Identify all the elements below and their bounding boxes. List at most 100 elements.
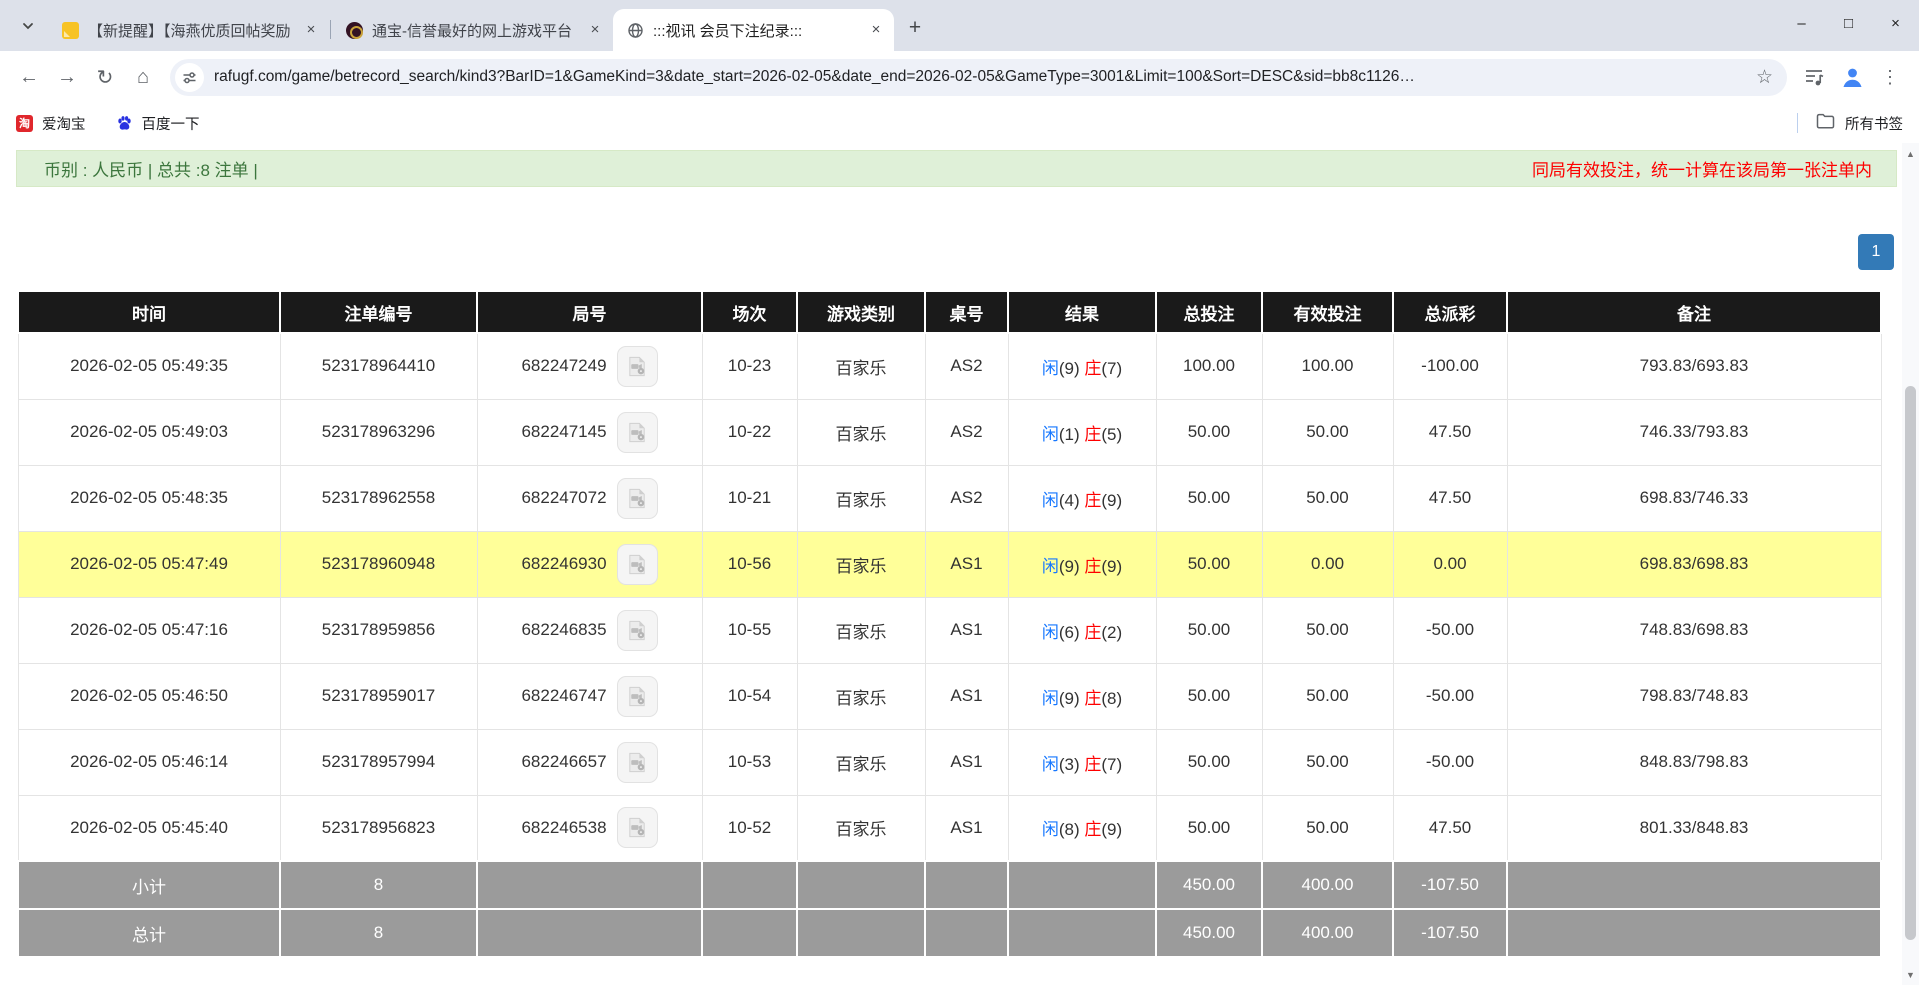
browser-window: 【新提醒】【海燕优质回帖奖励 × 通宝-信誉最好的网上游戏平台 × :::视讯 … [0, 0, 1919, 985]
browser-menu-button[interactable]: ⋮ [1871, 58, 1909, 96]
video-icon [628, 818, 645, 838]
video-replay-button[interactable] [616, 477, 658, 519]
summary-total-bet: 450.00 [1155, 860, 1263, 910]
close-icon[interactable]: × [866, 20, 886, 40]
close-icon[interactable]: × [585, 20, 605, 40]
reload-button[interactable]: ↻ [86, 58, 124, 96]
cell-valid-bet: 50.00 [1261, 794, 1394, 862]
home-button[interactable]: ⌂ [124, 58, 162, 96]
bookmarks-divider [1797, 113, 1798, 133]
video-replay-button[interactable] [616, 807, 658, 849]
video-replay-button[interactable] [616, 609, 658, 651]
table-row: 2026-02-05 05:49:35 523178964410 682247249… [17, 332, 1882, 400]
cell-valid-bet: 50.00 [1261, 662, 1394, 730]
tab-bet-records-active[interactable]: :::视讯 会员下注纪录::: × [613, 9, 894, 51]
cell-note: 698.83/746.33 [1506, 464, 1882, 532]
page-1-button[interactable]: 1 [1858, 234, 1894, 270]
forward-button[interactable]: → [48, 58, 86, 96]
cell-payout: 47.50 [1392, 464, 1508, 532]
cell-valid-bet: 100.00 [1261, 332, 1394, 400]
cell-result: 闲(3) 庄(7) [1007, 728, 1157, 796]
tab-haiyan-forum[interactable]: 【新提醒】【海燕优质回帖奖励 × [48, 9, 329, 51]
cell-total-bet: 50.00 [1155, 464, 1263, 532]
media-controls-icon [1806, 70, 1824, 86]
scroll-up-icon[interactable]: ▲ [1902, 149, 1919, 159]
summary-valid-bet: 400.00 [1261, 908, 1394, 958]
cell-total-bet: 50.00 [1155, 398, 1263, 466]
tab1-favicon-icon [62, 21, 79, 39]
tab-title: 【新提醒】【海燕优质回帖奖励 [88, 22, 291, 40]
site-info-button[interactable] [175, 62, 204, 92]
cell-bet-id: 523178963296 [279, 398, 478, 466]
cell-round-id: 682246835 [476, 596, 703, 664]
scroll-down-icon[interactable]: ▼ [1902, 970, 1919, 980]
bookmark-label: 爱淘宝 [42, 116, 86, 133]
cell-bet-id: 523178957994 [279, 728, 478, 796]
all-bookmarks-button[interactable]: 所有书签 [1816, 113, 1903, 134]
table-summary-row: 总计 8 450.00 400.00 -107.50 [17, 908, 1882, 958]
cell-round-id: 682247145 [476, 398, 703, 466]
cell-result: 闲(9) 庄(7) [1007, 332, 1157, 400]
cell-payout: -50.00 [1392, 728, 1508, 796]
cell-bet-id: 523178956823 [279, 794, 478, 862]
cell-note: 698.83/698.83 [1506, 530, 1882, 598]
cell-valid-bet: 50.00 [1261, 464, 1394, 532]
summary-payout: -107.50 [1392, 908, 1508, 958]
tab-tongbao-platform[interactable]: 通宝-信誉最好的网上游戏平台 × [332, 9, 613, 51]
cell-payout: 47.50 [1392, 398, 1508, 466]
cell-total-bet: 50.00 [1155, 530, 1263, 598]
cell-total-bet: 100.00 [1155, 332, 1263, 400]
minimize-button[interactable]: – [1778, 0, 1825, 46]
bookmark-baidu[interactable]: 百度一下 [116, 113, 200, 134]
video-replay-button[interactable] [616, 411, 658, 453]
close-icon[interactable]: × [301, 20, 321, 40]
url-text[interactable]: rafugf.com/game/betrecord_search/kind3?B… [214, 68, 1746, 86]
cell-table-no: AS1 [924, 794, 1009, 862]
cell-table-no: AS2 [924, 464, 1009, 532]
all-bookmarks-label: 所有书签 [1845, 116, 1903, 133]
video-replay-button[interactable] [616, 675, 658, 717]
address-bar[interactable]: rafugf.com/game/betrecord_search/kind3?B… [170, 58, 1787, 96]
summary-empty-round [476, 908, 703, 958]
cell-total-bet: 50.00 [1155, 662, 1263, 730]
cell-round-id: 682246930 [476, 530, 703, 598]
video-icon [628, 752, 645, 772]
header-table-no: 桌号 [924, 290, 1009, 334]
video-replay-button[interactable] [616, 741, 658, 783]
cell-bet-id: 523178959017 [279, 662, 478, 730]
maximize-button[interactable]: □ [1825, 0, 1872, 46]
cell-game-type: 百家乐 [796, 464, 926, 532]
scrollbar-thumb[interactable] [1905, 386, 1916, 940]
cell-total-bet: 50.00 [1155, 728, 1263, 796]
cell-payout: 0.00 [1392, 530, 1508, 598]
cell-time: 2026-02-05 05:46:50 [17, 662, 281, 730]
bookmark-star-icon[interactable]: ☆ [1756, 66, 1773, 89]
new-tab-button[interactable]: + [900, 13, 930, 43]
window-close-button[interactable]: × [1872, 0, 1919, 46]
cell-game-type: 百家乐 [796, 332, 926, 400]
profile-avatar-icon [1843, 68, 1861, 87]
cell-payout: 47.50 [1392, 794, 1508, 862]
summary-valid-bet: 400.00 [1261, 860, 1394, 910]
cell-result: 闲(4) 庄(9) [1007, 464, 1157, 532]
media-controls-button[interactable] [1795, 58, 1833, 96]
cell-valid-bet: 0.00 [1261, 530, 1394, 598]
page-scrollbar[interactable]: ▲ ▼ [1902, 143, 1919, 985]
profile-button[interactable] [1833, 58, 1871, 96]
cell-game-type: 百家乐 [796, 530, 926, 598]
back-button[interactable]: ← [10, 58, 48, 96]
tab-divider [330, 20, 331, 39]
video-icon [628, 422, 645, 442]
cell-round-id: 682246657 [476, 728, 703, 796]
cell-payout: -50.00 [1392, 662, 1508, 730]
table-header-row: 时间 注单编号 局号 场次 游戏类别 桌号 结果 总投注 有效投注 总派彩 备注 [17, 290, 1882, 334]
video-replay-button[interactable] [616, 345, 658, 387]
bookmark-aitaobao[interactable]: 淘 爱淘宝 [16, 113, 86, 134]
header-game-type: 游戏类别 [796, 290, 926, 334]
cell-result: 闲(6) 庄(2) [1007, 596, 1157, 664]
tab-search-button[interactable] [14, 14, 42, 42]
table-row: 2026-02-05 05:48:35 523178962558 682247072… [17, 464, 1882, 532]
cell-time: 2026-02-05 05:47:49 [17, 530, 281, 598]
video-replay-button[interactable] [616, 543, 658, 585]
summary-empty-game [796, 860, 926, 910]
